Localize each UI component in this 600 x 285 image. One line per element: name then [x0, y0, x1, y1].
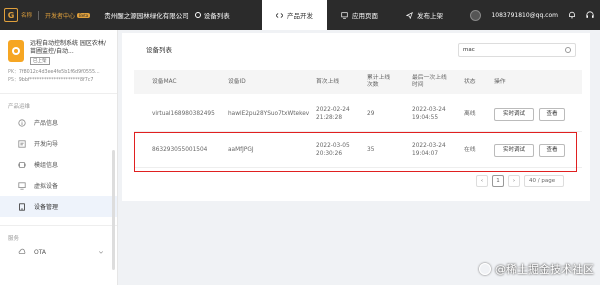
- cell-device-id: hawlE2pu28YSuo7txWtekev: [228, 111, 310, 117]
- realtime-debug-button[interactable]: 实时调试: [494, 107, 534, 121]
- sidebar-item-label: 模组信息: [34, 162, 59, 169]
- chevron-down-icon: [99, 251, 104, 254]
- cell-mac: virtual168980382495: [152, 111, 215, 117]
- section-title-service: 服务: [8, 236, 20, 242]
- sidebar-item-label: OTA: [34, 248, 47, 256]
- device-list-icon: [194, 12, 201, 18]
- tab-label: 应用页面: [352, 12, 378, 20]
- user-email[interactable]: 1083791810@qq.com: [491, 12, 558, 19]
- virtual-device-icon: [18, 181, 26, 190]
- device-manage-icon: [19, 202, 25, 211]
- devices-list-link[interactable]: 设备列表: [194, 10, 230, 20]
- devices-list-label: 设备列表: [203, 12, 230, 20]
- highlight-annotation-box: [134, 132, 577, 172]
- cell-last-online: 2022-03-24 19:04:55: [412, 107, 446, 121]
- next-page-button[interactable]: ›: [508, 175, 520, 187]
- logo[interactable]: G 名称: [4, 8, 32, 22]
- avatar[interactable]: [470, 9, 482, 21]
- cloud-icon: [18, 248, 26, 254]
- sidebar-item-ota[interactable]: OTA: [0, 244, 117, 260]
- device-list-panel: 设备列表 设备MAC 设备ID 首次上线 累计上线次数 最后一次上线时间 状态 …: [122, 33, 590, 201]
- beta-badge: Beta: [77, 12, 91, 18]
- sidebar-item-module-info[interactable]: 模组信息: [0, 154, 117, 175]
- cell-first-online: 2022-02-24 21:28:28: [316, 107, 350, 121]
- tab-label: 产品开发: [287, 12, 313, 20]
- watermark: @稀土掘金技术社区: [479, 261, 594, 277]
- sidebar-item-product-info[interactable]: 产品信息: [0, 112, 117, 133]
- prev-page-button[interactable]: ‹: [476, 175, 488, 187]
- column-header: 状态: [464, 78, 476, 85]
- column-header: 操作: [494, 78, 506, 85]
- user-area: 1083791810@qq.com: [470, 0, 594, 30]
- sidebar-scrollbar[interactable]: [112, 150, 115, 270]
- bell-icon[interactable]: [568, 11, 576, 19]
- cell-actions: 实时调试 查看: [494, 96, 565, 132]
- logo-mark: G: [4, 8, 18, 22]
- pk-label: PK：: [8, 70, 19, 75]
- ps-label: PS：: [8, 78, 19, 83]
- watermark-logo-icon: [479, 263, 491, 275]
- camera-icon: [8, 40, 24, 62]
- cell-online-count: 29: [367, 111, 375, 117]
- sidebar-item-label: 虚拟设备: [34, 183, 59, 190]
- tab-product-dev[interactable]: 产品开发: [262, 0, 327, 30]
- tab-label: 发布上架: [417, 12, 443, 20]
- view-button[interactable]: 查看: [539, 107, 565, 121]
- table-header: 设备MAC 设备ID 首次上线 累计上线次数 最后一次上线时间 状态 操作: [134, 70, 582, 94]
- section-title-manage: 产品运维: [8, 104, 31, 110]
- headset-icon[interactable]: [586, 11, 594, 19]
- logo-text: 名称: [21, 13, 33, 19]
- sidebar-item-device-manage[interactable]: 设备管理: [0, 196, 117, 217]
- tab-app-pages[interactable]: 应用页面: [327, 0, 392, 30]
- project-title: 远程自动控制系统 园区农林/苗圃监控/自动...: [30, 40, 106, 55]
- column-header: 设备ID: [228, 78, 246, 85]
- project-card: 远程自动控制系统 园区农林/苗圃监控/自动... 已上架: [0, 30, 117, 65]
- page-title: 设备列表: [146, 46, 172, 54]
- sidebar-item-label: 开发向导: [34, 141, 59, 148]
- table-row: virtual168980382495 hawlE2pu28YSuo7txWte…: [134, 96, 582, 132]
- product-keys: PK：7f8012c4d3ee4fe5b1f6d9f0555... PS：9bb…: [0, 65, 117, 85]
- guide-icon: [18, 139, 26, 148]
- top-tabs: 产品开发 应用页面 发布上架: [262, 0, 457, 30]
- search-box[interactable]: [458, 43, 576, 57]
- send-icon: [406, 11, 413, 19]
- sidebar-item-dev-guide[interactable]: 开发向导: [0, 133, 117, 154]
- sidebar-item-label: 产品信息: [34, 120, 59, 127]
- watermark-text: @稀土掘金技术社区: [495, 263, 594, 276]
- module-icon: [18, 161, 26, 168]
- column-header: 累计上线次数: [367, 75, 391, 88]
- sidebar-item-label: 设备管理: [34, 204, 59, 211]
- ps-value: 9bbf*********************8f7c7: [18, 78, 94, 83]
- info-icon: [18, 118, 26, 127]
- sidebar-item-virtual-device[interactable]: 虚拟设备: [0, 175, 117, 196]
- pagination: ‹ 1 › 40 / page: [476, 175, 564, 187]
- column-header: 最后一次上线时间: [412, 75, 447, 88]
- pk-value: 7f8012c4d3ee4fe5b1f6d9f0555...: [18, 70, 100, 75]
- project-status-tag: 已上架: [30, 57, 50, 65]
- search-icon[interactable]: [565, 47, 571, 53]
- page-number-button[interactable]: 1: [492, 175, 504, 187]
- column-header: 首次上线: [316, 78, 340, 85]
- column-header: 设备MAC: [152, 78, 177, 85]
- tab-publish[interactable]: 发布上架: [392, 0, 457, 30]
- company-selector[interactable]: 贵州醒之源园林绿化有限公司: [104, 10, 189, 20]
- code-icon: [276, 12, 283, 18]
- developer-center-label: 开发者中心: [38, 10, 75, 20]
- monitor-icon: [341, 11, 348, 19]
- sidebar: 远程自动控制系统 园区农林/苗圃监控/自动... 已上架 PK：7f8012c4…: [0, 30, 118, 285]
- page-size-select[interactable]: 40 / page: [524, 175, 564, 187]
- search-input[interactable]: [463, 47, 563, 53]
- cell-status: 离线: [464, 111, 476, 117]
